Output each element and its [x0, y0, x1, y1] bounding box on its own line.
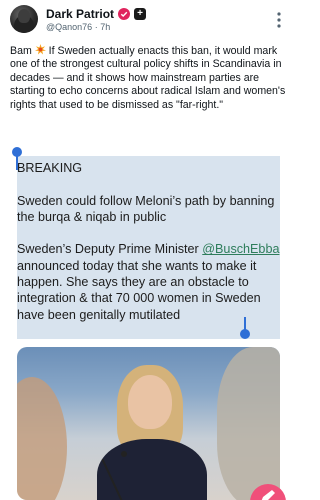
post-body: Bam If Sweden actually enacts this ban, …	[10, 44, 290, 112]
verified-badge-icon	[118, 8, 131, 20]
selection-end-handle[interactable]	[240, 317, 250, 339]
image-person-body	[97, 439, 207, 500]
post-image[interactable]	[17, 347, 280, 500]
avatar[interactable]	[10, 5, 38, 33]
image-background-figure-left	[17, 377, 67, 500]
selection-start-handle[interactable]	[12, 147, 22, 170]
post-header: Dark Patriot + @Qanon76 · 7h	[0, 0, 297, 40]
post-text: If Sweden actually enacts this ban, it w…	[10, 45, 286, 111]
more-vertical-icon[interactable]	[270, 10, 288, 30]
plus-square-icon: +	[134, 8, 147, 20]
author-handle[interactable]: @Qanon76	[46, 22, 92, 32]
quote-paragraph-2-prefix: Sweden’s Deputy Prime Minister	[17, 242, 203, 257]
quote-paragraph-2-suffix: announced today that she wants to make i…	[17, 258, 261, 322]
author-name[interactable]: Dark Patriot	[46, 7, 114, 21]
quote-heading: BREAKING	[17, 161, 83, 175]
handle-separator: ·	[94, 22, 98, 32]
collision-emoji-icon	[34, 44, 46, 55]
author-line: Dark Patriot +	[46, 7, 147, 21]
quote-paragraph-1: Sweden could follow Meloni’s path by ban…	[17, 193, 275, 224]
compose-feather-icon	[261, 490, 275, 500]
post-time: 7h	[100, 22, 111, 32]
handle-line: @Qanon76 · 7h	[46, 22, 110, 32]
image-background-figure-right	[217, 347, 280, 500]
mention-link[interactable]: @BuschEbba	[202, 242, 279, 256]
image-microphone	[121, 451, 127, 457]
image-person-face	[128, 375, 172, 429]
quoted-text[interactable]: BREAKING Sweden could follow Meloni’s pa…	[17, 160, 285, 323]
post-text-prefix: Bam	[10, 45, 35, 57]
quote-paragraph-2: Sweden’s Deputy Prime Minister @BuschEbb…	[17, 241, 285, 322]
